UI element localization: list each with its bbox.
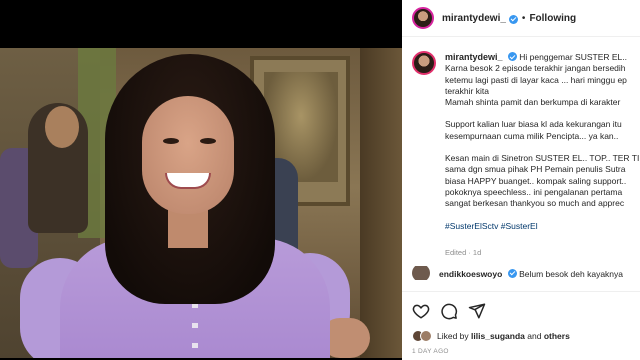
caption-line: Support kalian luar biasa kl ada kekuran… (445, 119, 622, 130)
header-separator: • (521, 12, 526, 24)
edited-timestamp: Edited · 1d (445, 247, 482, 257)
share-icon[interactable] (468, 302, 486, 320)
likes-prefix: Liked by (437, 331, 469, 341)
caption-username[interactable]: mirantydewi_ (445, 52, 503, 62)
caption-section: mirantydewi_ Hi penggemar SUSTER EL.. Ka… (402, 37, 640, 291)
caption-body: mirantydewi_ Hi penggemar SUSTER EL.. Ka… (445, 51, 640, 258)
caption-line: Karna besok 2 episode terakhir jangan be… (445, 63, 626, 74)
post-time-ago: 1 DAY AGO (412, 348, 449, 355)
caption-line: kesempurnaan cuma milik Pencipta... ya k… (445, 130, 619, 141)
comment-item: endikkoeswoyo Belum besok deh kayaknya (412, 266, 640, 281)
caption-line: sangat berkesan thankyou so much and app… (445, 198, 625, 209)
liker-avatar (420, 330, 432, 342)
following-button[interactable]: Following (529, 13, 576, 24)
caption-line: Mamah shinta pamit dan berkumpa di karak… (445, 97, 621, 108)
caption-line: sama dgn smua pihak PH Pemain penulis Su… (445, 164, 626, 175)
verified-icon (507, 52, 517, 61)
post-actions: Liked by lilis_suganda and others 1 DAY … (402, 291, 640, 360)
post-header: mirantydewi_ • Following (402, 0, 640, 37)
caption-line: pokoknya speechless.. ini pengalanan per… (445, 186, 623, 197)
post-photo (0, 48, 402, 358)
caption-line: Kesan main di Sinetron SUSTER EL.. TOP..… (445, 153, 640, 164)
verified-icon (507, 268, 517, 278)
likes-and: and (527, 331, 542, 341)
caption-author-avatar[interactable] (412, 51, 436, 75)
liker-username[interactable]: lilis_suganda (471, 331, 525, 341)
commenter-username[interactable]: endikkoeswoyo (439, 269, 502, 279)
comment-text: Belum besok deh kayaknya (519, 268, 624, 279)
likes-summary: Liked by lilis_suganda and others (412, 330, 630, 342)
post-side-panel: mirantydewi_ • Following mirantydewi_ Hi… (402, 0, 640, 360)
caption-line: ketemu lagi pasti di layar kaca ... hari… (445, 74, 627, 85)
author-avatar[interactable] (412, 7, 434, 29)
caption-line: Hi penggemar SUSTER EL.. (519, 52, 627, 62)
likes-others[interactable]: others (544, 331, 570, 341)
caption-line: terakhir kita (445, 85, 489, 96)
caption-line: biasa HAPPY buanget.. kompak saling supp… (445, 175, 627, 186)
verified-icon (508, 14, 518, 24)
comment-icon[interactable] (440, 302, 458, 320)
commenter-avatar[interactable] (412, 266, 430, 281)
post-media[interactable] (0, 0, 402, 360)
heart-icon[interactable] (412, 302, 430, 320)
hashtags[interactable]: #SusterElSctv #SusterEl (445, 221, 640, 232)
author-username[interactable]: mirantydewi_ (442, 13, 506, 24)
